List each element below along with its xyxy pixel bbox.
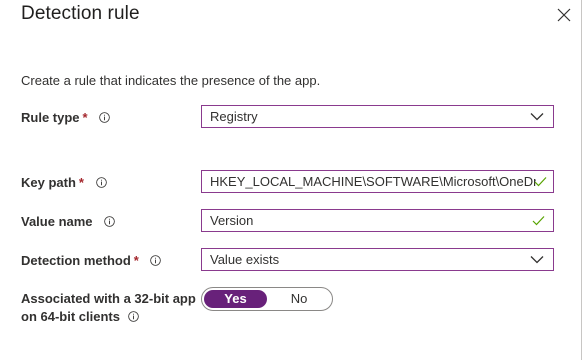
intro-text: Create a rule that indicates the presenc…: [21, 73, 321, 88]
rule-type-label-text: Rule type: [21, 110, 80, 125]
required-mark: *: [82, 110, 88, 125]
close-icon: [557, 8, 571, 22]
rule-type-value: Registry: [210, 109, 258, 124]
associated-32bit-label-line2: on 64-bit clients: [21, 309, 120, 324]
chevron-down-icon: [530, 256, 544, 264]
toggle-yes-option[interactable]: Yes: [204, 290, 267, 308]
value-name-label: Value name: [21, 213, 115, 230]
associated-32bit-toggle[interactable]: Yes No: [201, 287, 333, 311]
panel-title: Detection rule: [21, 3, 140, 24]
checkmark-icon: [534, 177, 547, 187]
associated-32bit-label-line2-wrap: on 64-bit clients: [21, 308, 196, 326]
close-button[interactable]: [556, 7, 572, 23]
key-path-label: Key path *: [21, 174, 107, 191]
value-name-value: Version: [210, 213, 254, 228]
chevron-down-icon: [530, 113, 544, 121]
detection-method-label-text: Detection method: [21, 253, 131, 268]
detection-method-dropdown[interactable]: Value exists: [201, 248, 554, 271]
detection-method-value: Value exists: [210, 252, 280, 267]
info-icon[interactable]: [95, 177, 107, 188]
key-path-input[interactable]: HKEY_LOCAL_MACHINE\SOFTWARE\Microsoft\On…: [201, 170, 554, 193]
detection-method-label: Detection method *: [21, 252, 162, 269]
checkmark-icon: [532, 216, 545, 226]
info-icon[interactable]: [104, 216, 115, 227]
associated-32bit-label-line1: Associated with a 32-bit app: [21, 291, 196, 306]
rule-type-label: Rule type *: [21, 109, 110, 126]
key-path-label-text: Key path: [21, 175, 76, 190]
toggle-no-option[interactable]: No: [268, 290, 330, 308]
value-name-input[interactable]: Version: [201, 209, 554, 232]
rule-type-dropdown[interactable]: Registry: [201, 105, 554, 128]
value-name-label-text: Value name: [21, 214, 93, 229]
required-mark: *: [133, 253, 139, 268]
associated-32bit-label: Associated with a 32-bit app on 64-bit c…: [21, 290, 196, 326]
info-icon[interactable]: [99, 112, 110, 123]
key-path-value: HKEY_LOCAL_MACHINE\SOFTWARE\Microsoft\On…: [210, 174, 536, 189]
info-icon[interactable]: [150, 255, 162, 266]
required-mark: *: [78, 175, 84, 190]
info-icon[interactable]: [128, 311, 139, 322]
